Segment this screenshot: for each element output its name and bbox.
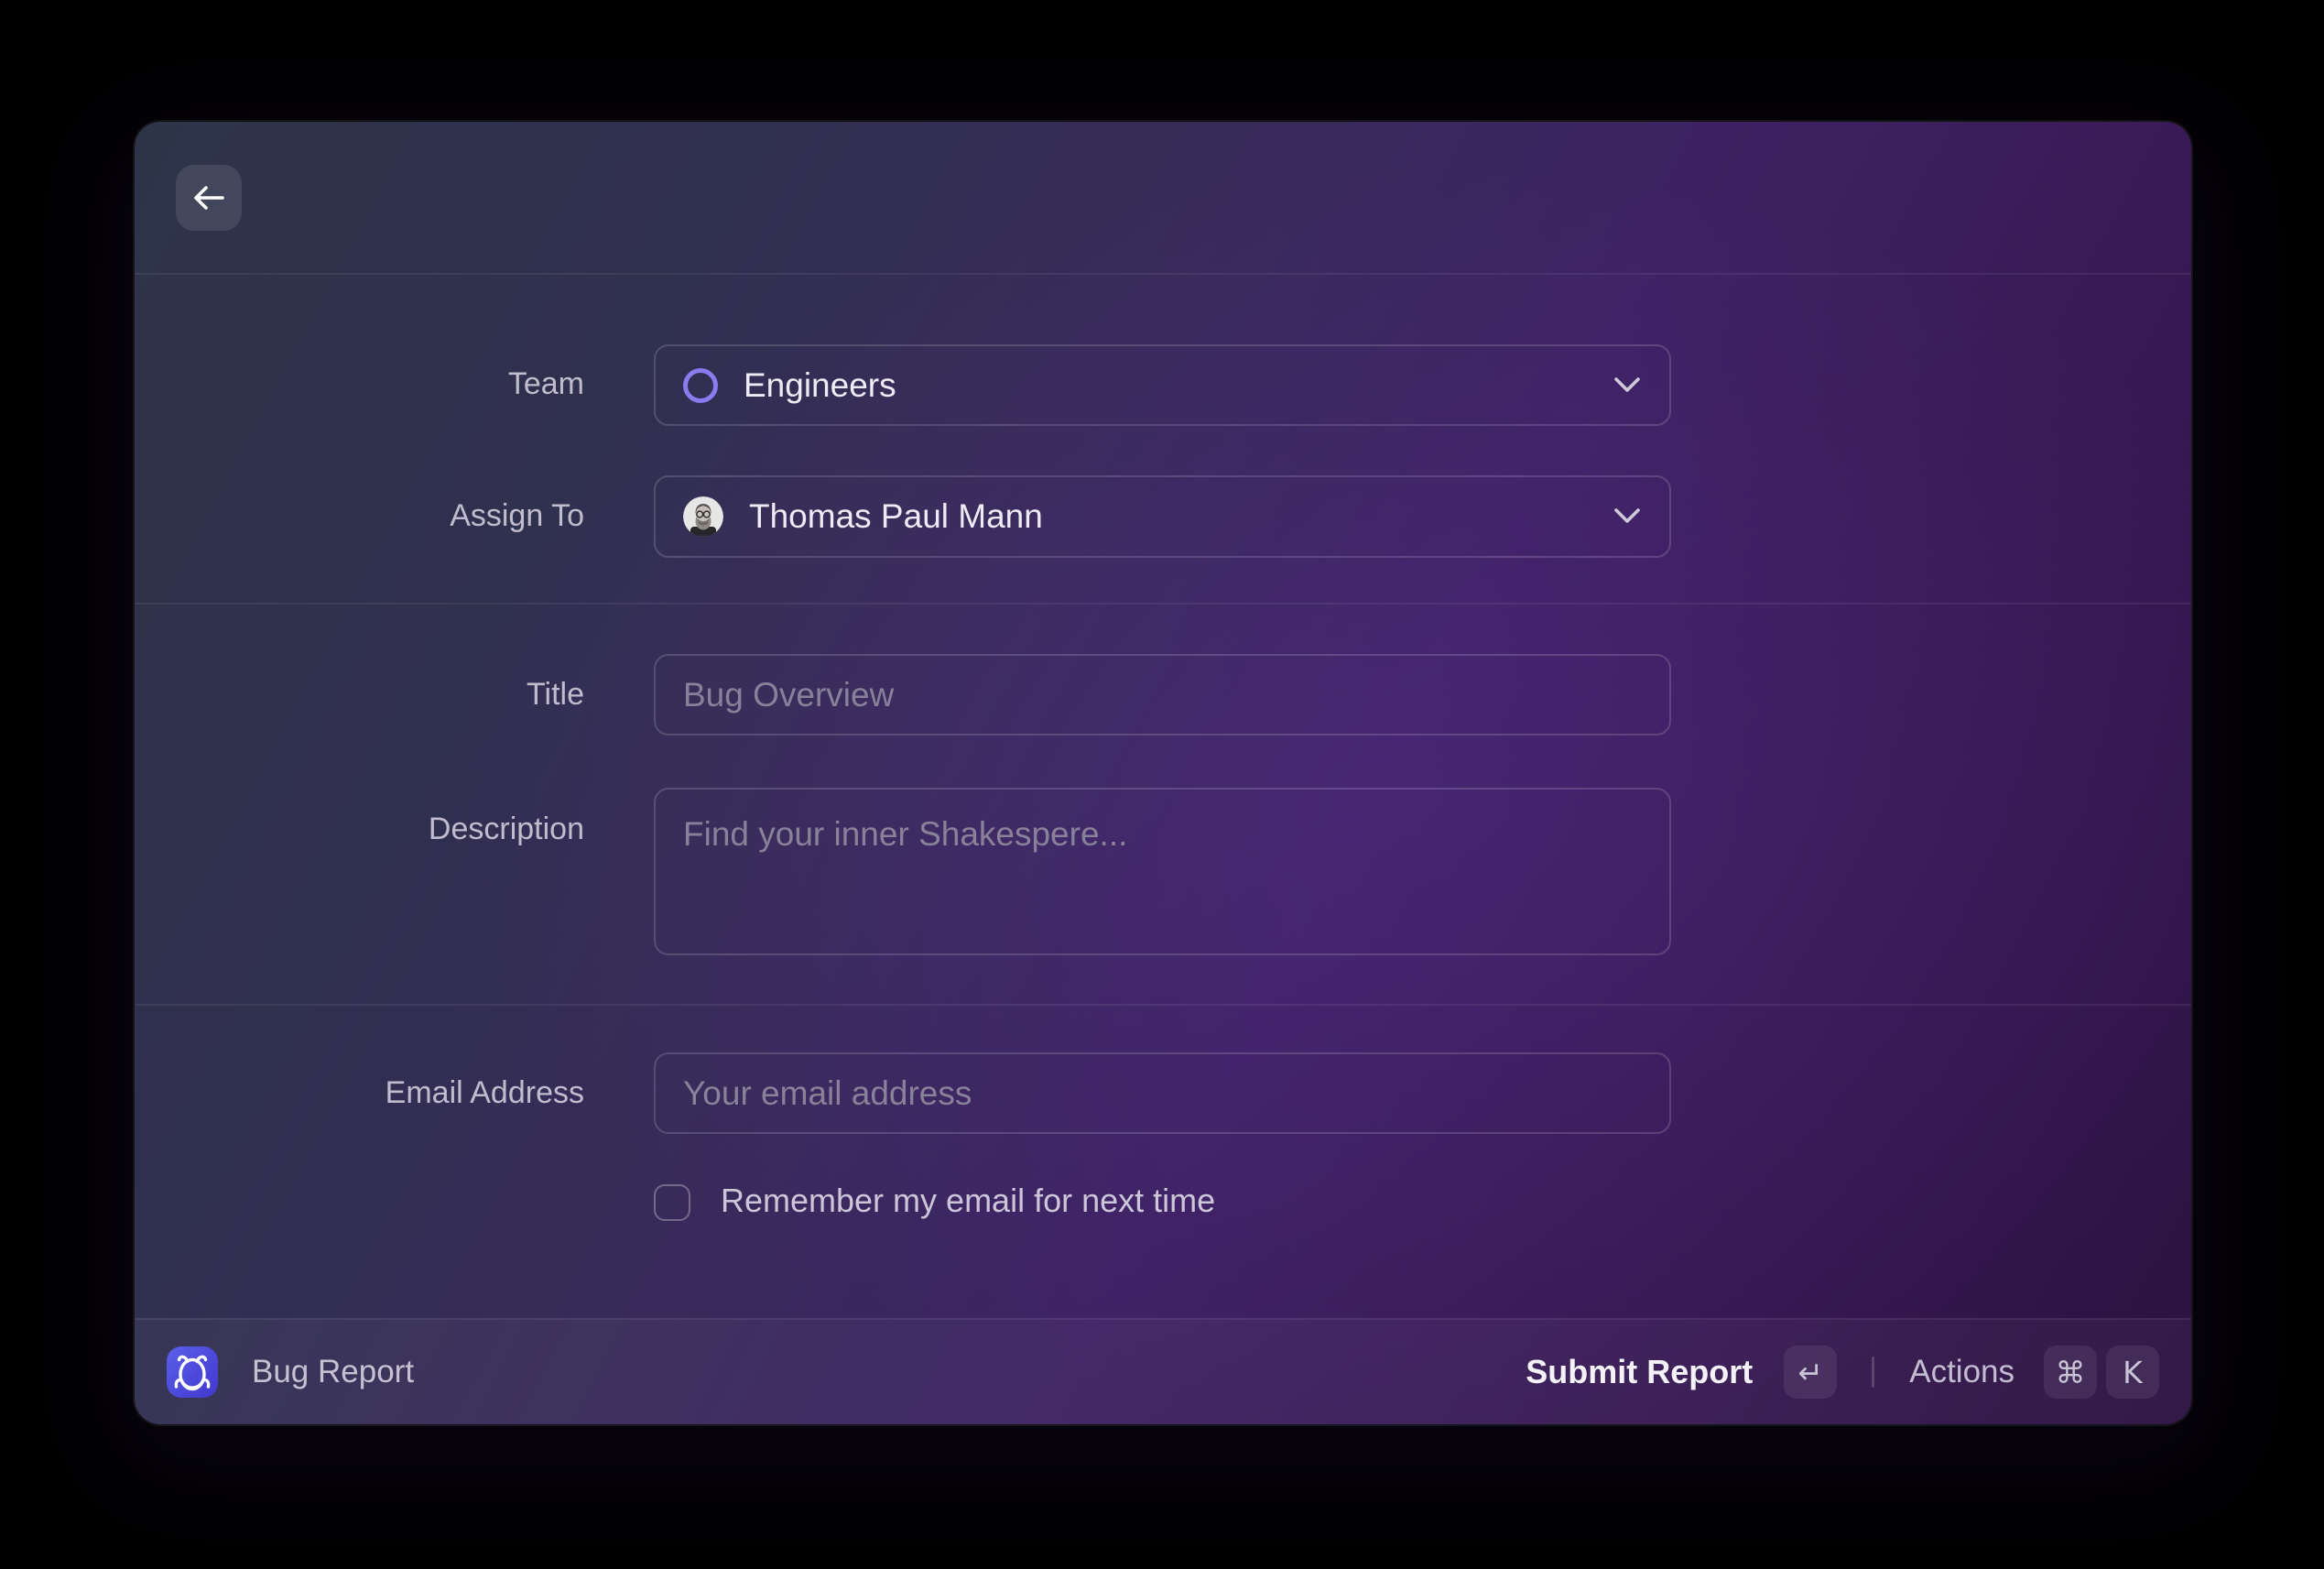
team-label: Team [135,365,584,403]
section-divider [135,1004,2191,1006]
submit-report-label: Submit Report [1526,1353,1753,1391]
assignee-avatar [683,496,723,537]
bug-report-window: Team Engineers Assign To [135,122,2191,1424]
actions-button[interactable]: Actions ⌘ K [1909,1346,2159,1399]
team-icon [683,368,718,403]
actions-label: Actions [1909,1354,2014,1390]
team-select[interactable]: Engineers [654,344,1671,426]
bug-icon [167,1346,218,1398]
enter-key-icon: ↵ [1784,1346,1837,1399]
desktop-backdrop: { "window": { "back_button": "arrow-left… [0,0,2324,1569]
footer-separator [1872,1357,1874,1388]
email-label: Email Address [135,1073,584,1112]
assignee-selected-value: Thomas Paul Mann [749,497,1043,536]
header-divider [135,273,2191,275]
description-label: Description [135,810,584,848]
footer-bar: Bug Report Submit Report ↵ Actions ⌘ K [135,1318,2191,1424]
submit-report-button[interactable]: Submit Report ↵ [1526,1346,1837,1399]
description-textarea[interactable] [654,788,1671,955]
assign-to-select[interactable]: Thomas Paul Mann [654,475,1671,558]
title-input[interactable] [654,654,1671,735]
chevron-down-icon [1613,376,1642,395]
back-button[interactable] [176,165,242,231]
team-selected-value: Engineers [744,366,896,405]
title-label: Title [135,675,584,714]
email-input[interactable] [654,1052,1671,1134]
k-key-icon: K [2106,1346,2159,1399]
command-name: Bug Report [252,1354,414,1390]
assign-to-label: Assign To [135,496,584,535]
remember-email-checkbox[interactable] [654,1184,690,1221]
arrow-left-icon [190,183,227,212]
section-divider [135,603,2191,605]
remember-email-label[interactable]: Remember my email for next time [721,1181,1215,1221]
chevron-down-icon [1613,507,1642,526]
command-key-icon: ⌘ [2044,1346,2097,1399]
